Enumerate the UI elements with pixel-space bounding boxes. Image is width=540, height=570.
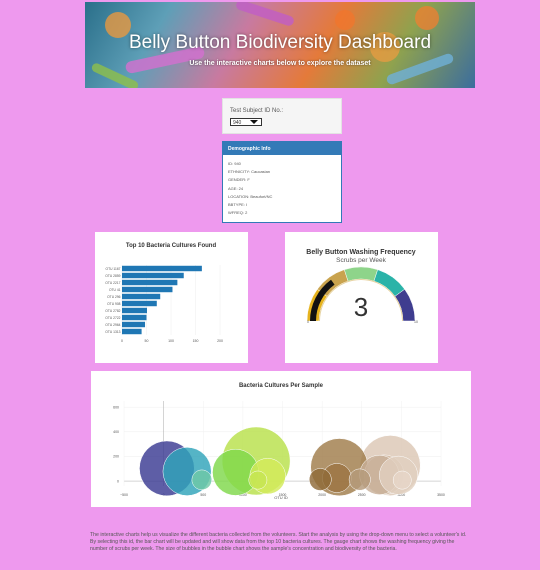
bubble-chart[interactable]: Bacteria Cultures Per Sample 0 200 400 600 −… — [91, 371, 471, 507]
bar-chart-y-tick-label: OTU 296 — [107, 295, 121, 299]
bacteria-decoration — [335, 10, 355, 30]
chevron-down-icon — [250, 120, 258, 124]
bubble-chart-x-tick-label: −500 — [120, 493, 128, 497]
bar-chart-y-tick-label: OTU 2722 — [105, 316, 120, 320]
demographic-row: GENDER: F — [228, 177, 250, 183]
bubble-chart-y-tick-label: 0 — [117, 479, 119, 483]
bar-chart-card: Top 10 Bacteria Cultures Found 0 50 100 150… — [95, 232, 248, 363]
bar-chart-x-tick-label: 100 — [168, 339, 174, 343]
bubble-chart-x-tick-label: 2000 — [318, 493, 326, 497]
bar-chart-bar — [122, 293, 161, 300]
subject-selector-label: Test Subject ID No.: — [230, 108, 284, 114]
bar-chart-bar — [122, 328, 142, 335]
bubble-chart-y-tick-label: 400 — [113, 430, 119, 434]
bubble-chart-x-tick-label: 500 — [200, 493, 206, 497]
bar-chart-x-tick-label: 200 — [217, 339, 223, 343]
bar-chart-y-tick-label: OTU 2859 — [105, 274, 120, 278]
demographic-info-heading: Demographic Info — [223, 142, 341, 155]
gauge-value-label: 3 — [354, 292, 368, 322]
gauge-min-label: 0 — [307, 320, 309, 324]
demographic-row: ETHNICITY: Caucasian — [228, 169, 271, 175]
subject-id-selected-value: 940 — [233, 120, 242, 126]
bubble-chart-y-tick-label: 200 — [113, 455, 119, 459]
bar-chart-bar — [122, 321, 146, 328]
gauge-max-label: 10 — [414, 320, 418, 324]
page-subtitle: Use the interactive charts below to expl… — [189, 60, 371, 67]
bar-chart-y-tick-label: OTU 2217 — [105, 281, 120, 285]
demographic-row: ID: 940 — [228, 161, 241, 166]
subject-id-dropdown[interactable]: 940 — [230, 118, 262, 126]
gauge-band — [394, 288, 416, 322]
demographic-row: BBTYPE: I — [228, 201, 248, 207]
bacteria-decoration — [415, 6, 439, 30]
bubble-chart-x-tick-label: 3500 — [437, 493, 445, 497]
bubble-chart-x-tick-label: 2500 — [358, 493, 366, 497]
bubble-chart-bubble — [392, 470, 412, 490]
bar-chart-y-tick-label: OTU 908 — [107, 302, 121, 306]
bubble-chart-y-tick-label: 600 — [113, 405, 119, 409]
bar-chart-bar — [122, 307, 147, 314]
gauge-chart-card: Belly Button Washing Frequency Scrubs pe… — [285, 232, 438, 363]
demographic-row: AGE: 24 — [228, 185, 244, 191]
bar-chart-bar — [122, 300, 157, 307]
bar-chart-bar — [122, 286, 173, 293]
bubble-chart-bubble — [191, 469, 212, 491]
gauge-chart-title: Belly Button Washing Frequency — [306, 249, 416, 256]
demographic-row: WFREQ: 2 — [228, 210, 248, 216]
bar-chart-title: Top 10 Bacteria Cultures Found — [126, 243, 217, 249]
bar-chart-y-tick-label: OTU 1313 — [105, 330, 120, 334]
demographic-row: LOCATION: Beaufort/NC — [228, 193, 273, 199]
bubble-chart-bubble — [248, 470, 268, 490]
bar-chart-bar — [122, 272, 184, 279]
bubble-chart-x-axis-label: OTU ID — [274, 495, 288, 500]
bar-chart-y-tick-label: OTU 41 — [109, 288, 121, 292]
bar-chart-x-tick-label: 50 — [145, 339, 149, 343]
bacteria-decoration — [234, 2, 296, 28]
bar-chart-x-tick-label: 0 — [121, 339, 123, 343]
bubble-chart-bubble — [348, 468, 371, 491]
bar-chart-y-tick-label: OTU 1167 — [106, 267, 121, 271]
dashboard-description: The interactive charts help us visualize… — [90, 532, 467, 553]
subject-selector-panel: Test Subject ID No.: 940 — [222, 98, 342, 134]
bar-chart-x-tick-label: 150 — [193, 339, 199, 343]
bubble-chart-bubble — [309, 468, 332, 491]
demographic-info-body: ID: 940 ETHNICITY: Caucasian GENDER: F A… — [223, 155, 341, 224]
gauge-chart-subtitle: Scrubs per Week — [336, 257, 386, 264]
header-banner: Belly Button Biodiversity Dashboard Use … — [85, 2, 475, 88]
gauge-band — [343, 266, 379, 282]
gauge-chart[interactable]: Belly Button Washing Frequency Scrubs pe… — [285, 232, 438, 363]
page-title: Belly Button Biodiversity Dashboard — [128, 32, 432, 53]
bar-chart-bar — [122, 314, 147, 321]
bar-chart-y-tick-label: OTU 2782 — [105, 309, 120, 313]
bubble-chart-card: Bacteria Cultures Per Sample 0 200 400 600 −… — [91, 371, 471, 507]
bar-chart-y-tick-label: OTU 2964 — [105, 323, 120, 327]
bubble-chart-title: Bacteria Cultures Per Sample — [239, 383, 324, 389]
bar-chart[interactable]: Top 10 Bacteria Cultures Found 0 50 100 150… — [95, 232, 248, 363]
bar-chart-bar — [122, 265, 202, 272]
bar-chart-bar — [122, 279, 178, 286]
demographic-info-panel: Demographic Info ID: 940 ETHNICITY: Cauc… — [222, 141, 342, 223]
